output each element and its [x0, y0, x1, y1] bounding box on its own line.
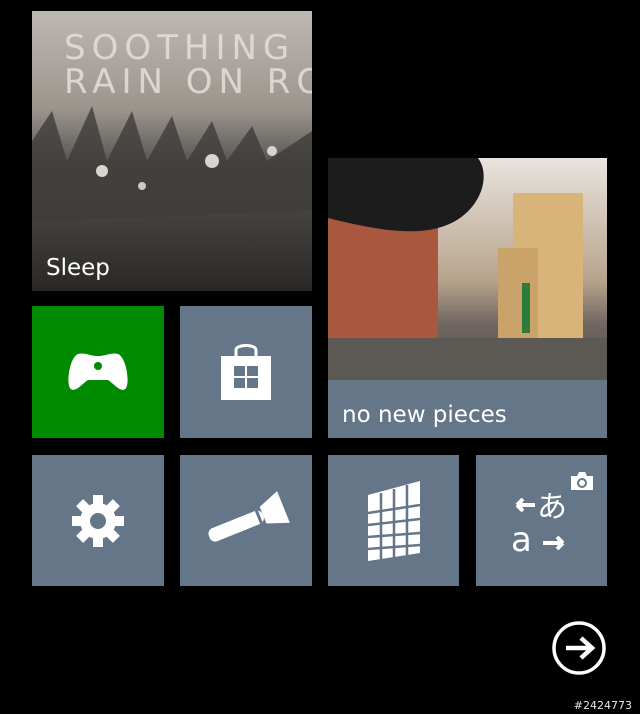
- arrow-right-circle-icon[interactable]: [551, 620, 607, 676]
- image-id-watermark: #2424773: [573, 699, 632, 712]
- store-tile[interactable]: [180, 306, 312, 438]
- tile-label: no new pieces: [342, 402, 507, 428]
- calendar-tile[interactable]: [328, 455, 459, 586]
- translate-icon: あ a: [511, 490, 567, 557]
- settings-tile[interactable]: [32, 455, 164, 586]
- calendar-grid-icon: [367, 480, 420, 561]
- gamepad-icon: [68, 353, 128, 390]
- store-bag-icon: [221, 344, 271, 400]
- photo-image: [328, 158, 607, 380]
- flashlight-icon: [208, 490, 290, 542]
- flashlight-tile[interactable]: [180, 455, 312, 586]
- photos-tile[interactable]: no new pieces: [328, 158, 607, 438]
- xbox-games-tile[interactable]: [32, 306, 164, 438]
- music-tile-sleep[interactable]: SOOTHING RAIN ON RO Sleep: [32, 11, 312, 291]
- tile-label: Sleep: [46, 255, 110, 281]
- svg-text:あ: あ: [537, 490, 567, 525]
- album-cover-text: SOOTHING RAIN ON RO: [64, 28, 312, 102]
- translator-tile[interactable]: あ a: [476, 455, 607, 586]
- gear-icon: [72, 494, 124, 547]
- svg-text:a: a: [511, 520, 532, 557]
